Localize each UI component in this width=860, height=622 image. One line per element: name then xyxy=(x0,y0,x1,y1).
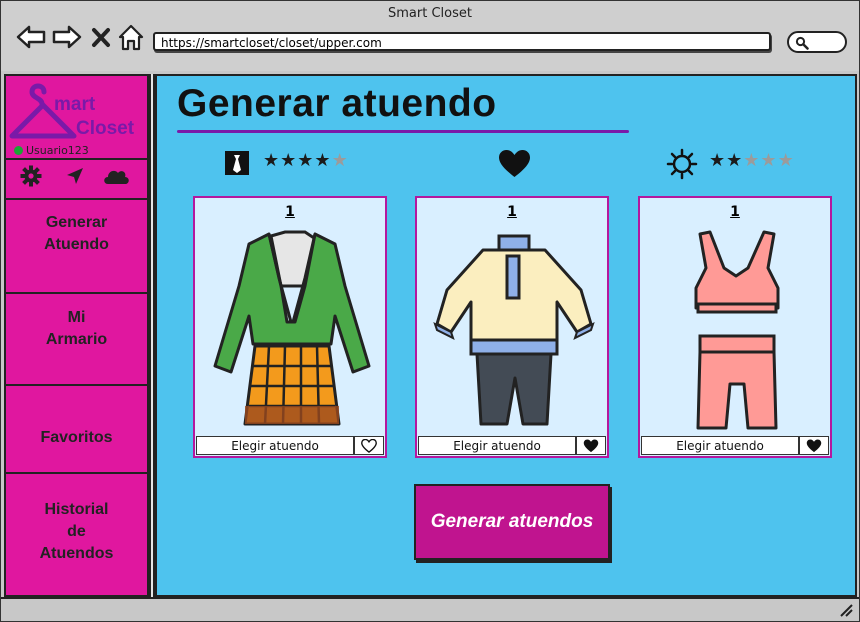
tie-icon[interactable] xyxy=(224,150,250,176)
star-icon: ★ xyxy=(760,150,778,171)
favorite-toggle[interactable] xyxy=(799,436,829,455)
star-icon: ★ xyxy=(777,150,795,171)
close-icon[interactable] xyxy=(89,21,113,53)
heart-outline-icon xyxy=(361,438,377,453)
star-icon: ★ xyxy=(709,150,727,171)
sidebar-item-label: de xyxy=(67,523,86,540)
title-underline xyxy=(177,130,629,133)
card-number: 1 xyxy=(730,204,740,220)
sidebar: mart Closet Usuario123 Generar Atuendo M… xyxy=(4,74,149,597)
sidebar-item-label: Generar xyxy=(45,214,108,231)
sidebar-item-label: Mi xyxy=(67,309,86,326)
window-title: Smart Closet xyxy=(388,6,472,21)
star-icon: ★ xyxy=(331,150,349,171)
sidebar-icon-row xyxy=(6,160,147,190)
choose-outfit-button[interactable]: Elegir atuendo xyxy=(418,436,576,455)
card-number: 1 xyxy=(285,204,295,220)
sidebar-item-favoritos[interactable]: Favoritos xyxy=(6,427,147,449)
blazer-skirt-outfit-image xyxy=(213,230,371,426)
sidebar-divider xyxy=(6,384,147,386)
choose-outfit-button[interactable]: Elegir atuendo xyxy=(196,436,354,455)
back-arrow-icon[interactable] xyxy=(15,21,47,53)
generate-outfits-button[interactable]: Generar atuendos xyxy=(414,484,610,560)
main-content: Generar atuendo ★★★★★ ★★★★★ 1 Elegir atu… xyxy=(155,74,857,597)
outfit-card[interactable]: 1 Elegir atuendo xyxy=(415,196,609,458)
forward-arrow-icon[interactable] xyxy=(51,21,83,53)
star-icon: ★ xyxy=(263,150,281,171)
sidebar-divider xyxy=(6,472,147,474)
heart-filled-icon xyxy=(583,439,599,453)
sidebar-item-label: Favoritos xyxy=(40,429,113,446)
location-arrow-icon[interactable] xyxy=(65,166,85,186)
logo-text-closet: Closet xyxy=(76,118,135,139)
choose-outfit-button[interactable]: Elegir atuendo xyxy=(641,436,799,455)
online-status-icon xyxy=(14,146,23,155)
sidebar-item-label: Historial xyxy=(44,501,109,518)
favorite-toggle[interactable] xyxy=(354,436,384,455)
search-icon xyxy=(795,36,809,50)
username: Usuario123 xyxy=(26,144,89,157)
search-field[interactable] xyxy=(787,31,847,53)
heart-filled-icon xyxy=(806,439,822,453)
favorite-toggle[interactable] xyxy=(576,436,606,455)
sidebar-item-historial[interactable]: Historial de Atuendos xyxy=(6,499,147,565)
croptop-shorts-outfit-image xyxy=(694,230,780,430)
logo-text-mart: mart xyxy=(54,94,96,115)
sidebar-item-label: Armario xyxy=(45,331,108,348)
star-icon: ★ xyxy=(280,150,298,171)
home-icon[interactable] xyxy=(117,21,145,53)
star-icon: ★ xyxy=(297,150,315,171)
user-status: Usuario123 xyxy=(14,144,89,157)
cloud-icon[interactable] xyxy=(102,166,130,186)
star-icon: ★ xyxy=(726,150,744,171)
sidebar-item-generar-atuendo[interactable]: Generar Atuendo xyxy=(6,212,147,256)
browser-window: Smart Closet https://smartcloset/closet/… xyxy=(0,0,860,622)
heart-icon[interactable] xyxy=(498,149,531,179)
star-icon: ★ xyxy=(743,150,761,171)
star-icon: ★ xyxy=(314,150,332,171)
status-bar xyxy=(1,597,859,621)
formality-rating[interactable]: ★★★★★ xyxy=(263,150,349,171)
sidebar-divider xyxy=(6,292,147,294)
sweater-pants-outfit-image xyxy=(433,234,595,426)
resize-grip-icon[interactable] xyxy=(839,603,853,617)
weather-rating[interactable]: ★★★★★ xyxy=(709,150,795,171)
page-title: Generar atuendo xyxy=(177,82,497,125)
card-number: 1 xyxy=(507,204,517,220)
gear-icon[interactable] xyxy=(20,165,42,187)
sidebar-item-mi-armario[interactable]: Mi Armario xyxy=(6,307,147,351)
sun-icon[interactable] xyxy=(666,148,698,180)
sidebar-item-label: Atuendos xyxy=(39,545,114,562)
address-bar[interactable]: https://smartcloset/closet/upper.com xyxy=(153,32,771,51)
browser-toolbar: Smart Closet https://smartcloset/closet/… xyxy=(1,1,859,71)
outfit-card[interactable]: 1 Elegir atuendo xyxy=(638,196,832,458)
outfit-card[interactable]: 1 Elegir atuendo xyxy=(193,196,387,458)
sidebar-item-label: Atuendo xyxy=(44,236,109,253)
sidebar-divider xyxy=(6,198,147,200)
